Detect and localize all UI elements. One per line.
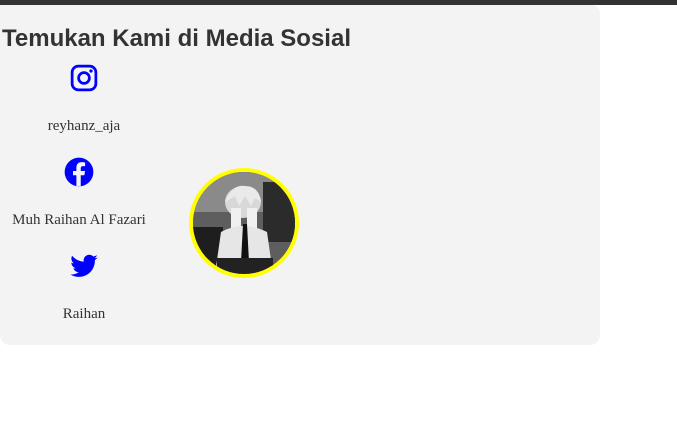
twitter-icon[interactable] (69, 251, 99, 281)
instagram-icon[interactable] (69, 63, 99, 93)
social-item-facebook: Muh Raihan Al Fazari (0, 157, 164, 229)
facebook-icon[interactable] (64, 157, 94, 187)
social-item-instagram: reyhanz_aja (0, 63, 169, 135)
section-title: Temukan Kami di Media Sosial (2, 25, 351, 52)
social-item-twitter: Raihan (0, 251, 169, 323)
profile-avatar-image (193, 172, 295, 274)
twitter-name[interactable]: Raihan (0, 306, 169, 323)
instagram-username[interactable]: reyhanz_aja (0, 118, 169, 135)
profile-avatar (189, 168, 299, 278)
social-media-card: Temukan Kami di Media Sosial reyhanz_aja… (0, 5, 600, 345)
facebook-name[interactable]: Muh Raihan Al Fazari (0, 212, 164, 229)
